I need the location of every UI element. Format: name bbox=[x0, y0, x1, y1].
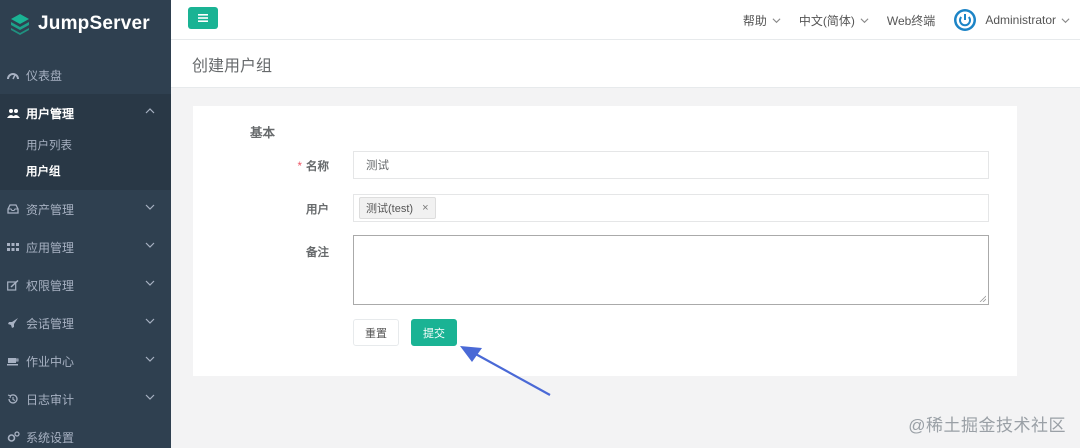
dashboard-icon bbox=[6, 68, 20, 82]
jumpserver-logo-icon bbox=[11, 14, 29, 35]
comment-label: 备注 bbox=[306, 247, 329, 259]
page-title: 创建用户组 bbox=[192, 57, 273, 75]
sidebar-item-label: 日志审计 bbox=[26, 392, 75, 407]
sidebar-item-label: 资产管理 bbox=[26, 202, 75, 217]
top-navbar: 帮助 中文(简体) Web终端 Administrator bbox=[171, 0, 1080, 40]
help-dropdown[interactable]: 帮助 bbox=[743, 12, 781, 29]
selected-user-tag: 测试(test) × bbox=[359, 197, 436, 219]
help-label: 帮助 bbox=[742, 13, 767, 28]
avatar-power-icon bbox=[954, 9, 977, 31]
rocket-icon bbox=[6, 316, 20, 330]
chevron-down-icon bbox=[772, 17, 781, 23]
sidebar-item-label: 用户管理 bbox=[26, 106, 75, 121]
chevron-down-icon bbox=[145, 318, 155, 324]
name-input[interactable]: 测试 bbox=[353, 151, 989, 179]
user-dropdown[interactable]: Administrator bbox=[953, 8, 1070, 32]
chevron-down-icon bbox=[145, 204, 155, 210]
chevron-down-icon bbox=[145, 356, 155, 362]
history-icon bbox=[6, 392, 20, 406]
sidebar-item-audit-logs[interactable]: 日志审计 bbox=[0, 380, 171, 418]
users-label: 用户 bbox=[306, 204, 329, 216]
sidebar-item-permissions[interactable]: 权限管理 bbox=[0, 266, 171, 304]
chevron-down-icon bbox=[145, 394, 155, 400]
sidebar-item-label: 权限管理 bbox=[26, 278, 75, 293]
web-terminal-link[interactable]: Web终端 bbox=[887, 12, 935, 29]
sidebar-subitem-user-group[interactable]: 用户组 bbox=[0, 158, 171, 184]
menu-icon bbox=[198, 14, 208, 22]
sidebar-item-label: 系统设置 bbox=[26, 430, 75, 445]
brand-name: JumpServer bbox=[38, 13, 150, 34]
sidebar-subitem-user-list[interactable]: 用户列表 bbox=[0, 132, 171, 158]
watermark: @稀土掘金技术社区 bbox=[908, 416, 1066, 435]
sidebar-group-users: 用户管理 用户列表 用户组 bbox=[0, 94, 171, 190]
sidebar-item-settings[interactable]: 系统设置 bbox=[0, 418, 171, 448]
sidebar-item-applications[interactable]: 应用管理 bbox=[0, 228, 171, 266]
sidebar-item-users[interactable]: 用户管理 bbox=[0, 94, 171, 132]
page-heading: 创建用户组 bbox=[171, 40, 1080, 88]
sidebar-item-jobs[interactable]: 作业中心 bbox=[0, 342, 171, 380]
grid-icon bbox=[6, 240, 20, 254]
comment-textarea[interactable] bbox=[353, 235, 989, 305]
remove-tag-button[interactable]: × bbox=[422, 202, 428, 214]
chevron-down-icon bbox=[860, 17, 869, 23]
inbox-icon bbox=[6, 202, 20, 216]
name-label: * 名称 bbox=[297, 161, 329, 173]
gears-icon bbox=[6, 430, 20, 444]
coffee-icon bbox=[6, 354, 20, 368]
selected-user-tag-label: 测试(test) bbox=[366, 203, 414, 215]
web-terminal-label: Web终端 bbox=[886, 13, 936, 28]
chevron-down-icon bbox=[145, 242, 155, 248]
name-input-value: 测试 bbox=[366, 160, 389, 172]
required-mark: * bbox=[297, 161, 302, 173]
sidebar-item-label: 会话管理 bbox=[26, 316, 75, 331]
create-user-group-form: 基本 * 名称 测试 用户 测试(test) × 备注 重置 提交 bbox=[193, 106, 1017, 376]
users-select[interactable]: 测试(test) × bbox=[353, 194, 989, 222]
chevron-down-icon bbox=[145, 280, 155, 286]
resize-handle-icon[interactable] bbox=[979, 295, 986, 302]
brand[interactable]: JumpServer bbox=[0, 0, 171, 48]
toggle-sidebar-button[interactable] bbox=[188, 7, 218, 29]
chevron-down-icon bbox=[1061, 17, 1070, 23]
sidebar-item-label: 应用管理 bbox=[26, 240, 75, 255]
sidebar-item-label: 仪表盘 bbox=[26, 68, 63, 83]
sidebar-item-label: 作业中心 bbox=[26, 354, 75, 369]
top-right-menu: 帮助 中文(简体) Web终端 Administrator bbox=[725, 0, 1070, 40]
reset-button[interactable]: 重置 bbox=[353, 319, 399, 346]
sidebar-item-dashboard[interactable]: 仪表盘 bbox=[0, 56, 171, 94]
section-title: 基本 bbox=[250, 126, 276, 140]
language-label: 中文(简体) bbox=[798, 13, 855, 28]
edit-icon bbox=[6, 278, 20, 292]
sidebar-item-sessions[interactable]: 会话管理 bbox=[0, 304, 171, 342]
sidebar: JumpServer 仪表盘 用户管理 用户列表 用户组 资产管理 应用管理 权… bbox=[0, 0, 171, 448]
username: Administrator bbox=[985, 13, 1056, 27]
users-icon bbox=[6, 106, 20, 120]
chevron-up-icon bbox=[145, 108, 155, 114]
language-dropdown[interactable]: 中文(简体) bbox=[799, 12, 869, 29]
sidebar-item-assets[interactable]: 资产管理 bbox=[0, 190, 171, 228]
annotation-arrow-icon bbox=[460, 346, 551, 396]
